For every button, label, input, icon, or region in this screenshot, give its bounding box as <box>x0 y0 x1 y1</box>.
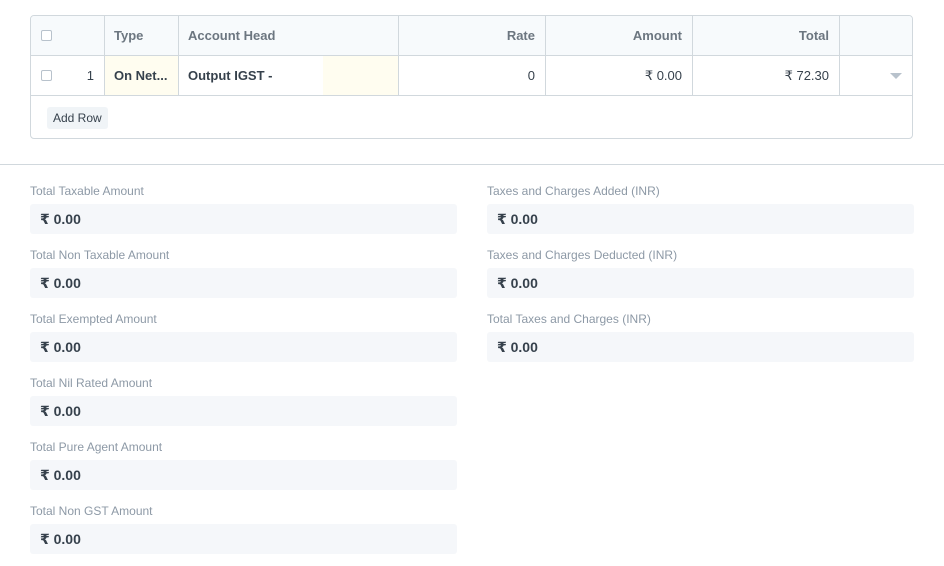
field-label: Taxes and Charges Deducted (INR) <box>487 248 678 262</box>
header-amount[interactable]: Amount <box>545 16 692 55</box>
select-all-cell <box>31 16 62 55</box>
field-label: Taxes and Charges Added (INR) <box>487 184 660 198</box>
field-value: ₹ 0.00 <box>30 524 457 554</box>
row-menu-cell[interactable] <box>839 56 912 95</box>
row-type-value: On Net... <box>114 68 168 83</box>
field-label: Total Non GST Amount <box>30 504 153 518</box>
field-label: Total Pure Agent Amount <box>30 440 163 454</box>
account-head-highlight <box>323 56 398 95</box>
total-taxable-amount-field: Total Taxable Amount ₹ 0.00 <box>30 184 457 234</box>
row-account-head-value: Output IGST - <box>188 68 273 83</box>
row-select-cell <box>31 56 62 95</box>
field-value: ₹ 0.00 <box>487 332 914 362</box>
row-rate-value: 0 <box>527 68 535 83</box>
column-divider <box>398 16 399 96</box>
row-amount-value: ₹ 0.00 <box>644 67 682 83</box>
select-all-checkbox[interactable] <box>41 30 52 41</box>
header-amount-label: Amount <box>632 28 682 43</box>
field-label: Total Nil Rated Amount <box>30 376 153 390</box>
field-value: ₹ 0.00 <box>30 204 457 234</box>
total-nil-rated-amount-field: Total Nil Rated Amount ₹ 0.00 <box>30 376 457 426</box>
header-account-head[interactable]: Account Head <box>178 16 398 55</box>
field-value: ₹ 0.00 <box>487 204 914 234</box>
total-exempted-amount-field: Total Exempted Amount ₹ 0.00 <box>30 312 457 362</box>
grid-header: Type Account Head Rate Amount Total <box>31 16 912 56</box>
field-label: Total Exempted Amount <box>30 312 157 326</box>
row-total-cell[interactable]: ₹ 72.30 <box>692 56 839 95</box>
field-value: ₹ 0.00 <box>30 268 457 298</box>
column-divider <box>692 16 693 96</box>
row-rate-cell[interactable]: 0 <box>398 56 545 95</box>
taxes-grid: Type Account Head Rate Amount Total 1 On… <box>30 15 913 139</box>
chevron-down-icon[interactable] <box>890 72 902 79</box>
header-rate[interactable]: Rate <box>398 16 545 55</box>
table-row[interactable]: 1 On Net... Output IGST - 0 ₹ 0.00 ₹ 72.… <box>31 56 912 96</box>
column-divider <box>104 16 105 96</box>
column-divider <box>178 16 179 96</box>
add-row-button[interactable]: Add Row <box>47 107 108 129</box>
field-value: ₹ 0.00 <box>30 332 457 362</box>
header-account-head-label: Account Head <box>188 28 276 43</box>
total-non-gst-amount-field: Total Non GST Amount ₹ 0.00 <box>30 504 457 554</box>
row-amount-cell[interactable]: ₹ 0.00 <box>545 56 692 95</box>
row-type-cell[interactable]: On Net... <box>104 56 178 95</box>
column-divider <box>839 16 840 96</box>
column-divider <box>545 16 546 96</box>
field-label: Total Taxes and Charges (INR) <box>487 312 651 326</box>
field-label: Total Taxable Amount <box>30 184 144 198</box>
row-index: 1 <box>62 56 104 95</box>
row-index-value: 1 <box>86 68 94 83</box>
field-value: ₹ 0.00 <box>30 460 457 490</box>
header-type[interactable]: Type <box>104 16 178 55</box>
header-total[interactable]: Total <box>692 16 839 55</box>
row-checkbox[interactable] <box>41 70 52 81</box>
total-non-taxable-amount-field: Total Non Taxable Amount ₹ 0.00 <box>30 248 457 298</box>
header-type-label: Type <box>114 28 144 43</box>
taxes-charges-added-field: Taxes and Charges Added (INR) ₹ 0.00 <box>487 184 914 234</box>
field-label: Total Non Taxable Amount <box>30 248 170 262</box>
section-divider <box>0 164 944 165</box>
row-total-value: ₹ 72.30 <box>784 67 829 83</box>
field-value: ₹ 0.00 <box>487 268 914 298</box>
taxes-charges-deducted-field: Taxes and Charges Deducted (INR) ₹ 0.00 <box>487 248 914 298</box>
field-value: ₹ 0.00 <box>30 396 457 426</box>
row-account-head-cell[interactable]: Output IGST - <box>178 56 398 95</box>
header-total-label: Total <box>798 28 829 43</box>
total-taxes-charges-field: Total Taxes and Charges (INR) ₹ 0.00 <box>487 312 914 362</box>
header-rate-label: Rate <box>506 28 535 43</box>
total-pure-agent-amount-field: Total Pure Agent Amount ₹ 0.00 <box>30 440 457 490</box>
